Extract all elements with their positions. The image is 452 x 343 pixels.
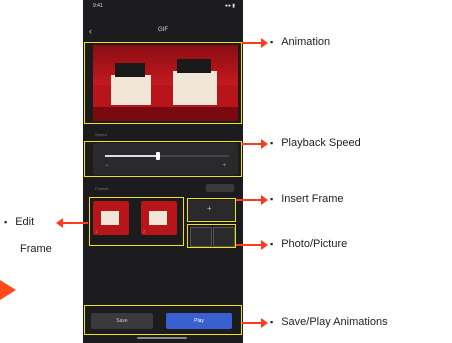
frames-options-button[interactable] xyxy=(206,184,234,192)
speed-section-label: Speed xyxy=(95,132,107,137)
arrow-right-icon xyxy=(242,38,268,48)
status-icons: ●● ▮ xyxy=(224,3,235,9)
highlight-edit-frame xyxy=(89,197,184,246)
page-title: GIF xyxy=(158,27,168,33)
annotation-playback-speed: ▪ Playback Speed xyxy=(270,137,361,149)
top-bar: ‹ GIF xyxy=(83,20,243,42)
annotation-insert-frame: ▪ Insert Frame xyxy=(270,193,344,205)
pointer-arrow-icon xyxy=(0,280,16,300)
arrow-right-icon xyxy=(242,318,268,328)
arrow-right-icon xyxy=(236,195,268,205)
arrow-left-icon xyxy=(56,218,88,228)
home-indicator xyxy=(137,337,187,339)
annotation-save-play: ▪ Save/Play Animations xyxy=(270,316,388,328)
highlight-speed xyxy=(84,141,242,177)
annotation-edit: ▪ Edit xyxy=(4,216,35,228)
highlight-save-play xyxy=(84,305,242,335)
highlight-photo xyxy=(187,224,236,248)
annotation-animation: ▪ Animation xyxy=(270,36,331,48)
arrow-right-icon xyxy=(242,139,268,149)
status-bar: 9:41 ●● ▮ xyxy=(83,0,243,14)
status-time: 9:41 xyxy=(93,3,103,9)
annotation-photo-picture: ▪ Photo/Picture xyxy=(270,238,348,250)
highlight-animation xyxy=(84,42,242,124)
frames-section-label: Frames xyxy=(95,186,109,191)
annotation-frame: Frame xyxy=(20,243,52,255)
arrow-right-icon xyxy=(236,240,268,250)
highlight-insert-frame xyxy=(187,198,236,222)
